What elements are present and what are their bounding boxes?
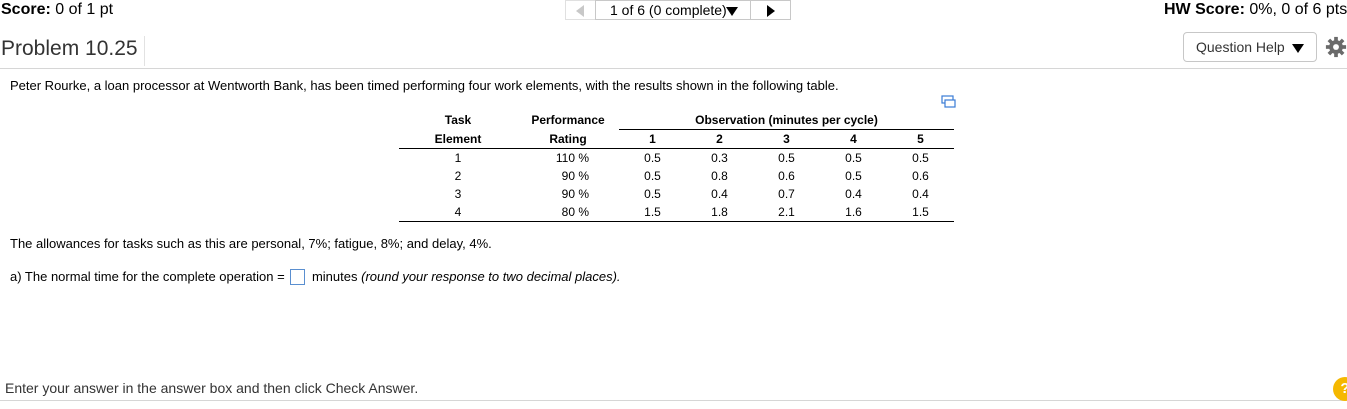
obs-cell: 1.8 (686, 203, 753, 222)
header-performance: Performance (531, 113, 605, 128)
header-obs-4: 4 (820, 129, 887, 149)
task-cell: 4 (399, 203, 517, 222)
copy-table-icon[interactable] (941, 95, 956, 108)
rating-cell: 90 % (561, 187, 589, 201)
header-rating: Rating (517, 129, 619, 149)
rating-cell: 80 % (517, 203, 619, 222)
next-question-button[interactable] (751, 0, 791, 20)
header-obs-3: 3 (753, 129, 820, 149)
next-arrow-icon (767, 5, 775, 17)
header-obs-1: 1 (619, 129, 686, 149)
score-label: Score: (1, 1, 51, 18)
rating-cell: 110 % (555, 151, 589, 165)
header-element: Element (399, 129, 517, 149)
task-cell: 2 (454, 169, 462, 183)
question-a-unit: minutes (311, 269, 358, 284)
obs-cell: 0.6 (912, 169, 929, 183)
prev-arrow-icon (576, 5, 584, 17)
obs-cell: 0.5 (912, 151, 929, 165)
previous-question-button[interactable] (565, 0, 595, 20)
rating-cell: 90 % (561, 169, 589, 183)
obs-cell: 0.6 (778, 169, 795, 183)
footer-instruction: Enter your answer in the answer box and … (5, 380, 419, 396)
task-cell: 1 (454, 151, 462, 165)
question-a-note: (round your response to two decimal plac… (361, 269, 621, 284)
obs-cell: 0.3 (711, 151, 728, 165)
footer-divider (0, 400, 1347, 401)
table-row: 3 90 % 0.5 0.4 0.7 0.4 0.4 (399, 185, 954, 203)
obs-cell: 0.8 (711, 169, 728, 183)
question-a-prefix: a) The normal time for the complete oper… (10, 269, 285, 284)
work-elements-table: Task Performance Observation (minutes pe… (399, 111, 954, 222)
problem-intro: Peter Rourke, a loan processor at Wentwo… (10, 78, 839, 93)
problem-header: Problem 10.25 Question Help (0, 30, 1347, 69)
allowances-text: The allowances for tasks such as this ar… (10, 236, 492, 251)
answer-input[interactable] (290, 268, 306, 285)
task-cell: 3 (454, 187, 462, 201)
table-row: 1 110 % 0.5 0.3 0.5 0.5 0.5 (399, 149, 954, 168)
obs-cell: 0.5 (644, 151, 661, 165)
obs-cell: 2.1 (753, 203, 820, 222)
page: Score: 0 of 1 pt 1 of 6 (0 complete) HW … (0, 0, 1347, 409)
hw-score-value: 0%, 0 of 6 pts (1249, 1, 1347, 18)
table-row: 2 90 % 0.5 0.8 0.6 0.5 0.6 (399, 167, 954, 185)
question-position-label: 1 of 6 (0 complete) (610, 2, 727, 18)
hw-score: HW Score: 0%, 0 of 6 pts (1164, 0, 1347, 20)
header-obs-2: 2 (686, 129, 753, 149)
caret-down-icon (726, 7, 738, 16)
obs-cell: 0.7 (778, 187, 795, 201)
obs-cell: 0.5 (644, 169, 661, 183)
score: Score: 0 of 1 pt (1, 0, 113, 20)
obs-cell: 1.5 (887, 203, 954, 222)
score-value: 0 of 1 pt (55, 1, 114, 18)
gear-icon[interactable] (1325, 36, 1347, 58)
obs-cell: 0.5 (778, 151, 795, 165)
caret-down-icon (1292, 44, 1304, 53)
question-position-dropdown[interactable]: 1 of 6 (0 complete) (595, 0, 751, 20)
obs-cell: 0.4 (912, 187, 929, 201)
obs-cell: 0.4 (845, 187, 862, 201)
obs-cell: 0.5 (644, 187, 661, 201)
obs-cell: 0.5 (845, 151, 862, 165)
problem-title: Problem 10.25 (1, 36, 145, 66)
obs-cell: 1.6 (820, 203, 887, 222)
top-bar: Score: 0 of 1 pt 1 of 6 (0 complete) HW … (0, 0, 1347, 22)
obs-cell: 0.4 (711, 187, 728, 201)
obs-cell: 0.5 (845, 169, 862, 183)
help-circle-icon[interactable]: ? (1333, 377, 1347, 401)
hw-score-label: HW Score: (1164, 1, 1245, 18)
header-obs-5: 5 (887, 129, 954, 149)
obs-cell: 1.5 (619, 203, 686, 222)
table-row: 4 80 % 1.5 1.8 2.1 1.6 1.5 (399, 203, 954, 222)
table-header-row: Task Performance Observation (minutes pe… (399, 111, 954, 130)
header-task: Task (444, 113, 472, 128)
question-help-button[interactable]: Question Help (1183, 32, 1317, 62)
header-observation: Observation (minutes per cycle) (619, 111, 954, 130)
table-header-row: Element Rating 1 2 3 4 5 (399, 129, 954, 149)
question-a: a) The normal time for the complete oper… (10, 268, 621, 286)
question-help-label: Question Help (1196, 39, 1285, 55)
